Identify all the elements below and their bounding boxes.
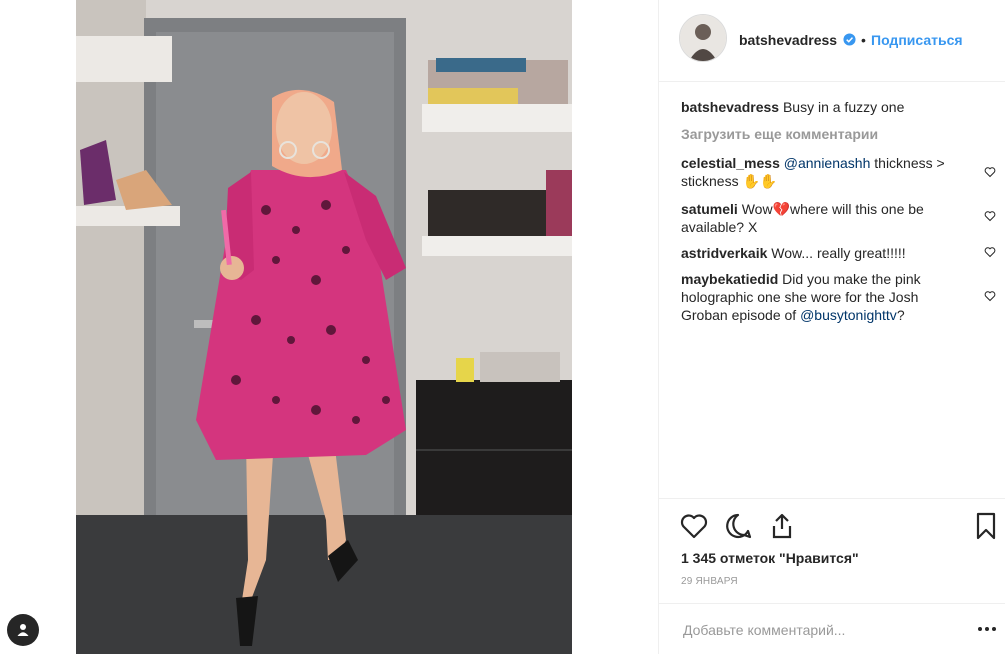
post-date[interactable]: 29 ЯНВАРЯ — [681, 576, 738, 587]
comment-input[interactable] — [681, 618, 945, 642]
caption-text: Busy in a fuzzy one — [782, 99, 905, 115]
post-header: batshevadress • Подписаться — [659, 0, 1005, 82]
verified-icon — [843, 33, 856, 46]
comment-like-icon[interactable] — [984, 166, 996, 178]
photo-illustration — [76, 0, 572, 654]
comment-item: satumeli Wow💔where will this one be avai… — [681, 200, 961, 236]
comment-item: astridverkaik Wow... really great!!!!! — [681, 244, 961, 262]
caption-username[interactable]: batshevadress — [681, 99, 779, 115]
comment-like-icon[interactable] — [984, 290, 996, 302]
comment-username[interactable]: celestial_mess — [681, 155, 780, 171]
user-tag-icon — [17, 624, 29, 636]
comment-mention[interactable]: @busytonighttv — [800, 307, 897, 323]
user-tag-button[interactable] — [7, 614, 39, 646]
likes-count[interactable]: 1 345 отметок "Нравится" — [681, 550, 859, 566]
comment-item: maybekatiedid Did you make the pink holo… — [681, 270, 961, 324]
post-photo[interactable] — [76, 0, 572, 654]
post-media-area — [0, 0, 658, 654]
heart-icon[interactable] — [679, 511, 709, 541]
comment-like-icon[interactable] — [984, 210, 996, 222]
post-side-panel: batshevadress • Подписаться batshevadres… — [658, 0, 1005, 654]
comment-username[interactable]: satumeli — [681, 201, 738, 217]
comment-text: Wow... really great!!!!! — [767, 245, 906, 261]
comment-like-icon[interactable] — [984, 246, 996, 258]
caption: batshevadress Busy in a fuzzy one — [681, 98, 981, 116]
action-bar — [659, 498, 1005, 554]
load-more-comments[interactable]: Загрузить еще комментарии — [681, 126, 878, 142]
share-icon[interactable] — [767, 511, 797, 541]
comment-text-tail: ? — [896, 307, 905, 323]
avatar-image — [680, 15, 726, 61]
comment-mention[interactable]: @annienashh — [784, 155, 871, 171]
follow-button[interactable]: Подписаться — [871, 32, 963, 48]
add-comment-bar — [659, 603, 1005, 654]
separator-dot: • — [861, 32, 866, 48]
post-username[interactable]: batshevadress — [739, 32, 837, 48]
comment-username[interactable]: maybekatiedid — [681, 271, 778, 287]
comment-item: celestial_mess @annienashh thickness > s… — [681, 154, 961, 190]
comment-username[interactable]: astridverkaik — [681, 245, 767, 261]
more-icon[interactable] — [977, 626, 997, 632]
bookmark-icon[interactable] — [971, 511, 1001, 541]
avatar[interactable] — [679, 14, 727, 62]
comment-icon[interactable] — [723, 511, 753, 541]
